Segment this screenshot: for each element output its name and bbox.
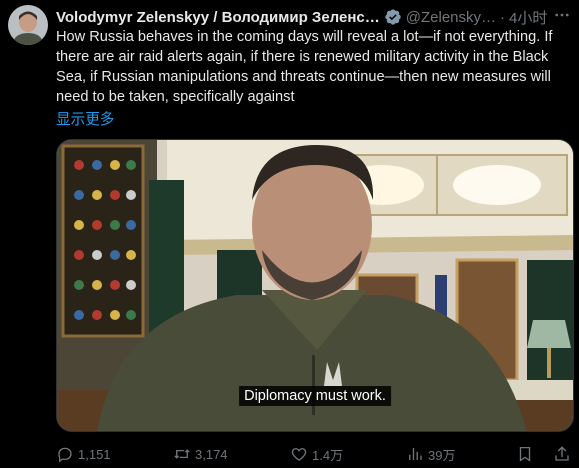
tweet-time[interactable]: 4小时 — [509, 7, 547, 28]
retweet-button[interactable]: 3,174 — [173, 445, 228, 463]
tweet-header: Volodymyr Zelenskyy / Володимир Зеленс… … — [56, 7, 571, 27]
views-bar-chart-icon — [409, 448, 422, 460]
tweet-video[interactable]: Diplomacy must work. — [56, 139, 574, 432]
separator-dot: · — [500, 8, 505, 26]
avatar[interactable] — [8, 5, 48, 45]
author-name[interactable]: Volodymyr Zelenskyy / Володимир Зеленс… — [56, 9, 380, 26]
bookmark-icon — [519, 446, 531, 462]
share-button[interactable] — [553, 445, 575, 463]
view-count: 39万 — [428, 447, 456, 463]
verified-badge-icon[interactable] — [384, 8, 402, 26]
views-button[interactable]: 39万 — [406, 445, 455, 464]
bookmark-button[interactable] — [516, 445, 538, 463]
retweet-icon — [174, 449, 190, 459]
reply-button[interactable]: 1,151 — [56, 445, 111, 463]
video-caption: Diplomacy must work. — [239, 386, 391, 406]
reply-icon — [58, 447, 72, 463]
heart-icon — [291, 448, 307, 461]
author-handle[interactable]: @Zelensky… — [406, 9, 496, 26]
tweet-text: How Russia behaves in the coming days wi… — [56, 29, 553, 105]
like-count: 1.4万 — [312, 447, 344, 463]
share-icon — [555, 446, 569, 461]
action-bar: 1,151 3,174 1.4万 39万 — [56, 444, 574, 464]
retweet-count: 3,174 — [195, 446, 228, 462]
reply-count: 1,151 — [78, 446, 111, 462]
more-horizontal-icon[interactable] — [549, 4, 575, 26]
like-button[interactable]: 1.4万 — [290, 445, 343, 464]
show-more-link[interactable]: 显示更多 — [56, 108, 114, 129]
